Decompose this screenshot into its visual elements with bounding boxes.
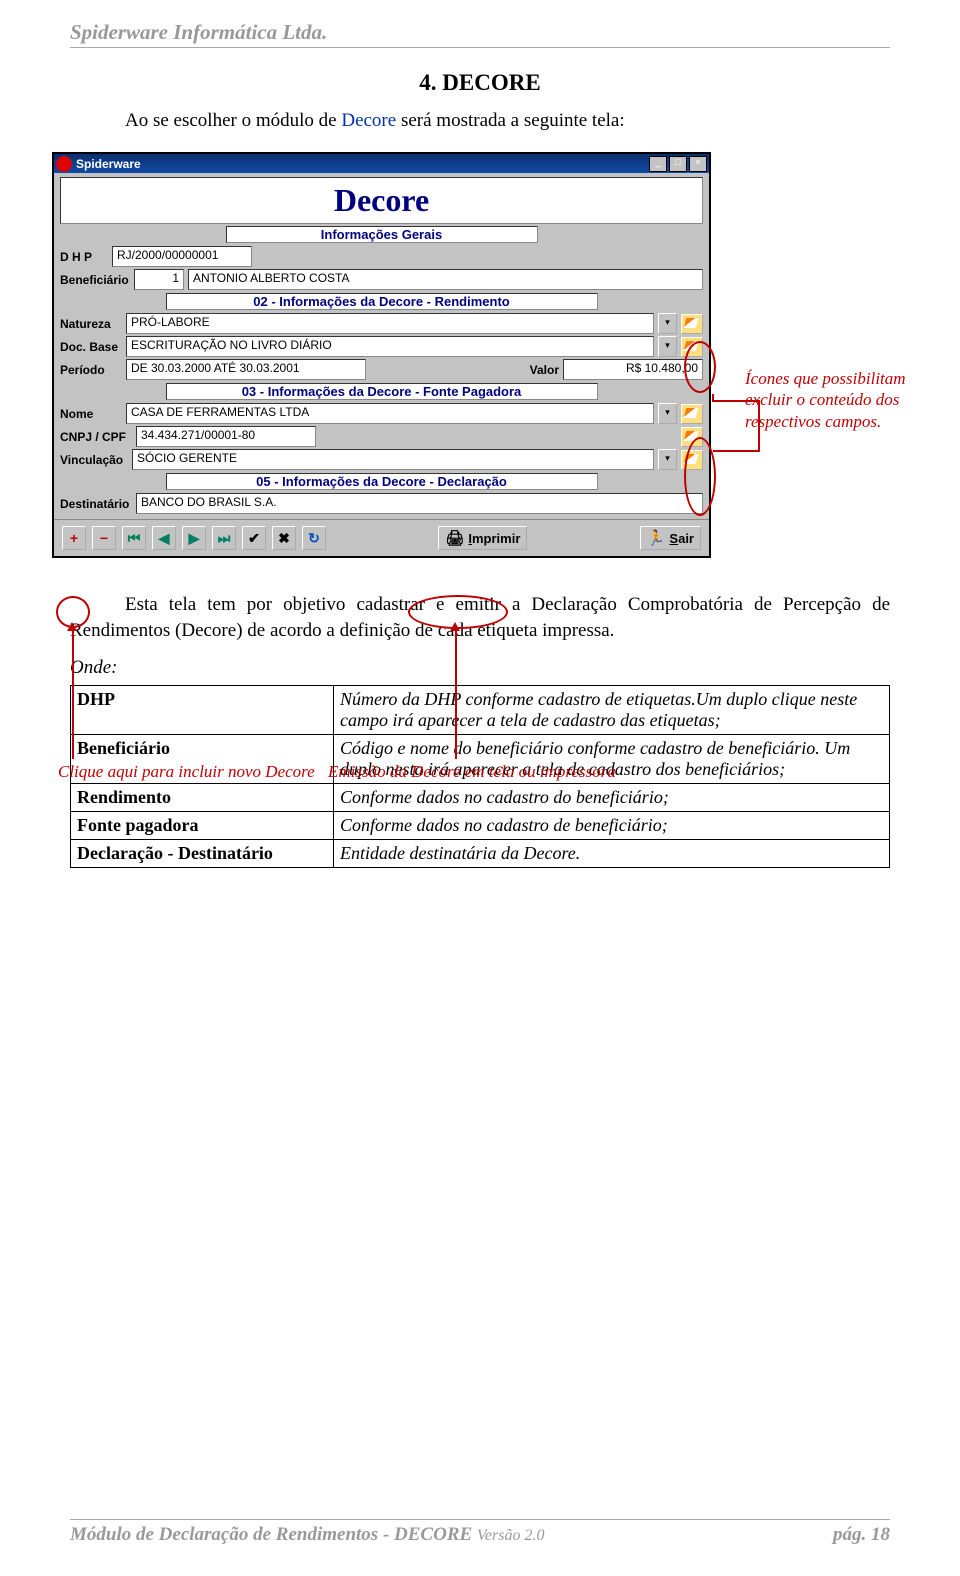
natureza-field[interactable]: PRÓ-LABORE [126, 313, 654, 334]
group-03: 03 - Informações da Decore - Fonte Pagad… [166, 383, 598, 400]
callout-print: Emissão da Decore em tela ou impressora [328, 761, 616, 782]
def-key: Declaração - Destinatário [71, 840, 334, 868]
footer-page: pág. 18 [833, 1524, 890, 1546]
cnpj-label: CNPJ / CPF [60, 430, 132, 444]
arrow-head-icon [450, 622, 460, 631]
def-key: Rendimento [71, 784, 334, 812]
natureza-label: Natureza [60, 317, 122, 331]
exit-label: SairSair [669, 531, 694, 546]
group-05: 05 - Informações da Decore - Declaração [166, 473, 598, 490]
maximize-button[interactable]: □ [669, 156, 687, 172]
arrow [712, 400, 760, 402]
cnpj-field[interactable]: 34.434.271/00001-80 [136, 426, 316, 447]
group-02: 02 - Informações da Decore - Rendimento [166, 293, 598, 310]
last-record-icon[interactable]: ⏭ [212, 526, 236, 550]
docbase-label: Doc. Base [60, 340, 122, 354]
print-button[interactable]: 🖨 IImprimirmprimir [438, 526, 527, 550]
footer-version: Versão 2.0 [477, 1527, 545, 1544]
arrow-head-icon [67, 622, 77, 631]
app-window: Spiderware _ □ × Decore Informações Gera… [52, 152, 711, 558]
dhp-field[interactable]: RJ/2000/00000001 [112, 246, 252, 267]
nome-label: Nome [60, 407, 122, 421]
prev-record-icon[interactable]: ◀ [152, 526, 176, 550]
minimize-button[interactable]: _ [649, 156, 667, 172]
table-row: Declaração - DestinatárioEntidade destin… [71, 840, 890, 868]
add-record-icon[interactable]: + [62, 526, 86, 550]
vinculacao-field[interactable]: SÓCIO GERENTE [132, 449, 654, 470]
page-footer: Módulo de Declaração de Rendimentos - DE… [70, 1519, 890, 1546]
vinculacao-label: Vinculação [60, 453, 128, 467]
periodo-label: Período [60, 363, 122, 377]
refresh-icon[interactable]: ↻ [302, 526, 326, 550]
table-row: DHPNúmero da DHP conforme cadastro de et… [71, 686, 890, 735]
title-bar: Spiderware _ □ × [54, 154, 709, 173]
highlight-circle [684, 437, 716, 516]
arrow [758, 400, 760, 452]
destinatario-label: Destinatário [60, 497, 132, 511]
def-key: Fonte pagadora [71, 812, 334, 840]
callout-include-new: Clique aqui para incluir novo Decore [58, 761, 315, 782]
arrow [455, 626, 457, 759]
arrow [713, 450, 760, 452]
save-record-icon[interactable]: ✔ [242, 526, 266, 550]
company-header: Spiderware Informática Ltda. [70, 20, 890, 48]
def-val: Conforme dados no cadastro de beneficiár… [334, 812, 890, 840]
valor-label: Valor [530, 363, 559, 377]
destinatario-field[interactable]: BANCO DO BRASIL S.A. [136, 493, 703, 514]
natureza-dropdown-icon[interactable]: ▾ [658, 313, 677, 334]
highlight-circle [684, 341, 716, 393]
app-title: Spiderware [76, 157, 649, 171]
def-val: Número da DHP conforme cadastro de etiqu… [334, 686, 890, 735]
next-record-icon[interactable]: ▶ [182, 526, 206, 550]
exit-button[interactable]: 🏃 SairSair [640, 526, 701, 550]
clear-nome-icon[interactable] [681, 404, 703, 424]
app-icon [56, 156, 72, 172]
print-label: IImprimirmprimir [468, 531, 520, 546]
onde-label: Onde: [70, 657, 890, 679]
cancel-record-icon[interactable]: ✖ [272, 526, 296, 550]
periodo-field[interactable]: DE 30.03.2000 ATÉ 30.03.2001 [126, 359, 366, 380]
exit-icon: 🏃 [647, 529, 666, 547]
section-title: 4. DECORE [70, 70, 890, 96]
close-button[interactable]: × [689, 156, 707, 172]
beneficiario-label: Beneficiário [60, 273, 130, 287]
def-val: Conforme dados no cadastro do beneficiár… [334, 784, 890, 812]
docbase-field[interactable]: ESCRITURAÇÃO NO LIVRO DIÁRIO [126, 336, 654, 357]
docbase-dropdown-icon[interactable]: ▾ [658, 336, 677, 357]
intro-post: será mostrada a seguinte tela: [396, 110, 624, 131]
toolbar: + − ⏮ ◀ ▶ ⏭ ✔ ✖ ↻ 🖨 IImprimirmprimir 🏃 S… [54, 519, 709, 556]
vinculacao-dropdown-icon[interactable]: ▾ [658, 449, 677, 470]
arrow [72, 626, 74, 759]
nome-dropdown-icon[interactable]: ▾ [658, 403, 677, 424]
intro-text: Ao se escolher o módulo de Decore será m… [125, 110, 890, 132]
def-key: DHP [71, 686, 334, 735]
delete-record-icon[interactable]: − [92, 526, 116, 550]
def-val: Entidade destinatária da Decore. [334, 840, 890, 868]
decore-link: Decore [341, 110, 396, 131]
first-record-icon[interactable]: ⏮ [122, 526, 146, 550]
clear-natureza-icon[interactable] [681, 314, 703, 334]
valor-field[interactable]: R$ 10.480,00 [563, 359, 703, 380]
table-row: RendimentoConforme dados no cadastro do … [71, 784, 890, 812]
intro-pre: Ao se escolher o módulo de [125, 110, 341, 131]
callout-exclude-icons: Ícones que possibilitam excluir o conteú… [745, 368, 915, 432]
footer-left: Módulo de Declaração de Rendimentos - DE… [70, 1524, 544, 1546]
table-row: Fonte pagadoraConforme dados no cadastro… [71, 812, 890, 840]
beneficiario-name-field[interactable]: ANTONIO ALBERTO COSTA [188, 269, 703, 290]
printer-icon: 🖨 [445, 529, 464, 547]
beneficiario-code-field[interactable]: 1 [134, 269, 184, 290]
window-main-title: Decore [60, 177, 703, 224]
dhp-label: D H P [60, 250, 108, 264]
nome-field[interactable]: CASA DE FERRAMENTAS LTDA [126, 403, 654, 424]
group-general: Informações Gerais [226, 226, 538, 243]
